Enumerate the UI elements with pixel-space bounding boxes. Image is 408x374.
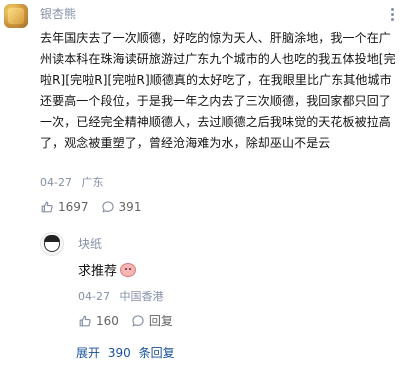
comment-location: 广东	[81, 176, 104, 189]
comment-bubble-icon	[132, 314, 144, 327]
reply-like-button[interactable]: 160	[78, 314, 119, 328]
author-avatar[interactable]	[4, 4, 28, 28]
reply-text: 求推荐	[78, 264, 118, 279]
reply-actions: 160 回复	[78, 312, 173, 329]
thumbs-up-icon	[41, 201, 53, 213]
reply-text-row: 求推荐	[78, 260, 137, 279]
emoji-icon	[120, 262, 137, 277]
author-name[interactable]: 银杏熊	[40, 6, 76, 22]
reply-button[interactable]: 回复	[131, 312, 173, 329]
more-vertical-icon[interactable]	[386, 4, 398, 24]
reply-count: 391	[118, 200, 142, 214]
avatar-hair	[44, 235, 60, 242]
reply-button-label: 回复	[148, 314, 173, 328]
avatar-image	[8, 8, 24, 24]
comment-date: 04-27	[40, 176, 72, 189]
expand-count: 390	[107, 346, 131, 360]
expand-prefix: 展开	[76, 346, 101, 360]
like-button[interactable]: 1697	[40, 200, 89, 214]
like-count: 1697	[58, 200, 89, 214]
reply-author-avatar[interactable]	[40, 232, 64, 256]
comment-actions: 1697 391	[40, 200, 141, 214]
reply-count-button[interactable]: 391	[101, 200, 142, 214]
reply-meta: 04-27 中国香港	[78, 288, 163, 304]
comment-meta: 04-27 广东	[40, 174, 103, 190]
expand-replies-link[interactable]: 展开 390 条回复	[76, 344, 175, 361]
comment-text: 去年国庆去了一次顺德，好吃的惊为天人、肝脑涂地，我一个在广州读本科在珠海读研旅游…	[40, 31, 396, 150]
expand-suffix: 条回复	[138, 346, 175, 360]
reply-author-name[interactable]: 块纸	[78, 236, 102, 252]
reply-date: 04-27	[78, 290, 110, 303]
comment-bubble-icon	[101, 201, 114, 213]
reply-like-count: 160	[96, 313, 119, 328]
thumbs-up-icon	[79, 315, 91, 326]
reply-location: 中国香港	[119, 290, 164, 303]
